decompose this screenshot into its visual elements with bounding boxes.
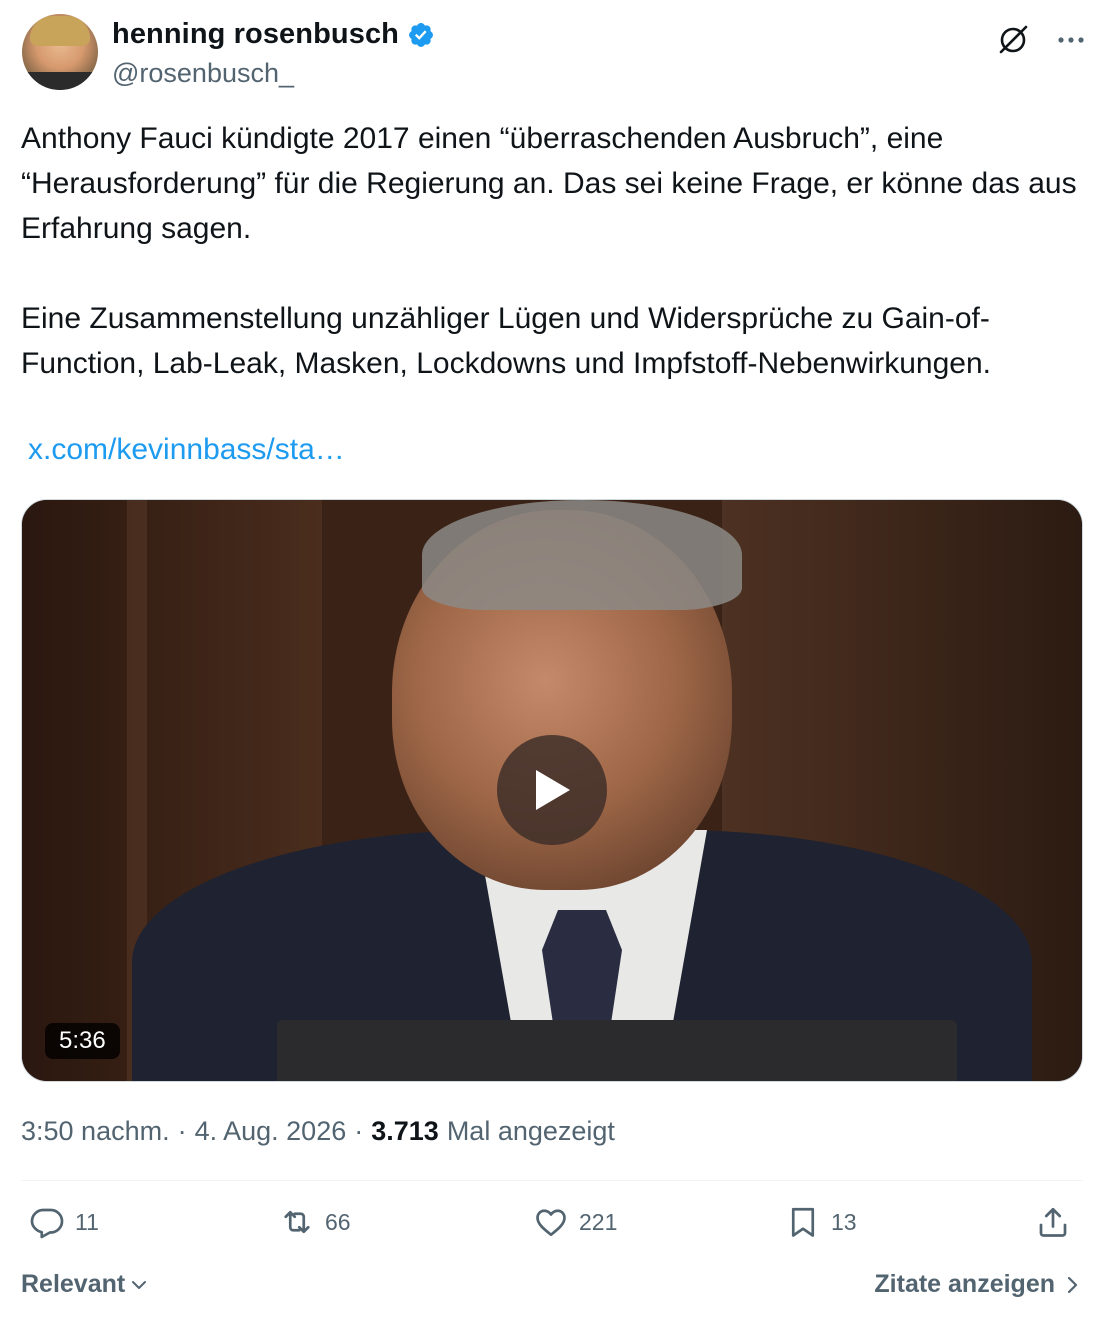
retweet-button[interactable]: 66 [279, 1204, 351, 1240]
view-quotes-link[interactable]: Zitate anzeigen [874, 1270, 1081, 1299]
name-row: henning rosenbusch [112, 18, 435, 51]
reply-button[interactable]: 11 [29, 1204, 99, 1240]
retweet-icon [284, 1210, 310, 1234]
more-icon[interactable] [1053, 22, 1089, 58]
video-duration: 5:36 [45, 1023, 120, 1059]
avatar[interactable] [22, 14, 98, 90]
chevron-down-icon [132, 1280, 147, 1289]
views-count: 3.713 [371, 1116, 439, 1146]
share-icon [1039, 1207, 1067, 1237]
share-button[interactable] [1035, 1204, 1071, 1240]
video-hair [422, 500, 742, 610]
bookmark-button[interactable]: 13 [785, 1204, 857, 1240]
tweet-link[interactable]: x.com/kevinnbass/sta… [28, 433, 345, 467]
avatar-shirt [22, 72, 98, 90]
sort-label: Relevant [21, 1270, 126, 1298]
tweet-header: henning rosenbusch @rosenbusch_ [22, 14, 1089, 94]
avatar-hair [30, 16, 90, 46]
video-desk [277, 1020, 957, 1081]
tweet-date[interactable]: 4. Aug. 2026 [195, 1116, 347, 1147]
chevron-right-icon [1067, 1276, 1078, 1293]
reply-count: 11 [75, 1208, 99, 1235]
meta-separator: · [354, 1116, 364, 1146]
views-label: Mal angezeigt [446, 1116, 615, 1146]
like-button[interactable]: 221 [533, 1204, 617, 1240]
sort-dropdown[interactable]: Relevant [21, 1270, 149, 1299]
meta-separator: · [177, 1116, 187, 1146]
tweet-text: Anthony Fauci kündigte 2017 einen “überr… [21, 122, 1077, 380]
bookmark-icon [791, 1207, 815, 1237]
reply-icon [30, 1208, 64, 1239]
tweet-time[interactable]: 3:50 nachm. [21, 1116, 170, 1147]
bookmark-count: 13 [831, 1208, 857, 1235]
view-quotes-label: Zitate anzeigen [874, 1270, 1055, 1298]
play-icon [536, 770, 570, 810]
video-player[interactable]: 5:36 [21, 499, 1083, 1082]
divider [21, 1180, 1083, 1181]
grok-icon[interactable] [995, 22, 1031, 58]
like-icon [536, 1209, 566, 1237]
action-bar: 11 66 221 13 [21, 1198, 1083, 1258]
retweet-count: 66 [325, 1208, 351, 1235]
tweet-meta: 3:50 nachm. · 4. Aug. 2026 · 3.713 Mal a… [21, 1116, 615, 1147]
author-handle[interactable]: @rosenbusch_ [112, 58, 294, 89]
author-name[interactable]: henning rosenbusch [112, 18, 399, 51]
like-count: 221 [579, 1208, 618, 1235]
verified-badge-icon [409, 22, 433, 47]
play-button[interactable] [497, 735, 607, 845]
